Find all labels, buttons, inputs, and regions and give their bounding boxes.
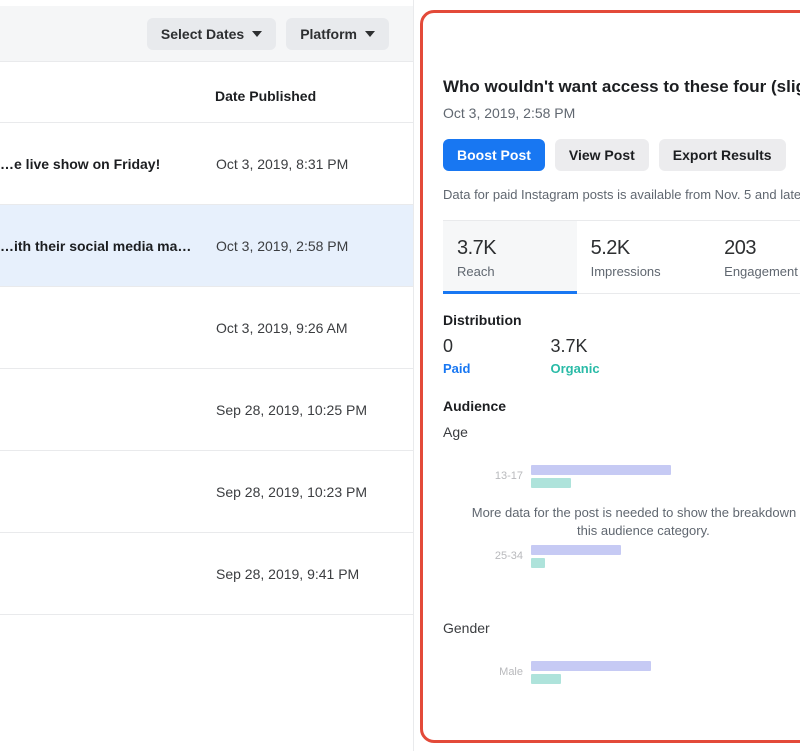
audience-age-label: Age xyxy=(443,424,800,440)
metric-label: Engagement xyxy=(724,264,800,279)
post-list-pane: Select Dates Platform Date Published …e … xyxy=(0,0,414,751)
distribution-row: 0 Paid 3.7K Organic xyxy=(443,336,800,376)
distribution-paid-value: 0 xyxy=(443,336,470,357)
select-dates-button[interactable]: Select Dates xyxy=(147,18,276,50)
platform-button[interactable]: Platform xyxy=(286,18,389,50)
audience-gender-label: Gender xyxy=(443,620,800,636)
post-date: Oct 3, 2019, 9:26 AM xyxy=(206,320,399,336)
gender-bar xyxy=(531,661,651,671)
post-detail-panel: Who wouldn't want access to these four (… xyxy=(420,10,800,743)
boost-post-button[interactable]: Boost Post xyxy=(443,139,545,171)
age-bar xyxy=(531,545,621,555)
age-bar xyxy=(531,465,671,475)
export-results-button[interactable]: Export Results xyxy=(659,139,786,171)
metric-label: Reach xyxy=(457,264,563,279)
post-date: Sep 28, 2019, 10:25 PM xyxy=(206,402,399,418)
metric-reach[interactable]: 3.7K Reach xyxy=(443,221,577,293)
metric-label: Impressions xyxy=(591,264,697,279)
metric-value: 203 xyxy=(724,237,800,260)
distribution-paid-label: Paid xyxy=(443,361,470,376)
distribution-paid: 0 Paid xyxy=(443,336,470,376)
chevron-down-icon xyxy=(252,29,262,39)
distribution-organic-value: 3.7K xyxy=(550,336,599,357)
distribution-organic-label: Organic xyxy=(550,361,599,376)
age-bucket-label: 13-17 xyxy=(483,470,523,482)
list-item[interactable]: Sep 28, 2019, 10:23 PM xyxy=(0,451,413,533)
post-title: …e live show on Friday! xyxy=(0,156,206,172)
metric-engagement[interactable]: 203 Engagement xyxy=(710,221,800,293)
select-dates-label: Select Dates xyxy=(161,26,244,42)
post-date: Sep 28, 2019, 9:41 PM xyxy=(206,566,399,582)
metric-tabs: 3.7K Reach 5.2K Impressions 203 Engageme… xyxy=(443,220,800,294)
filters-bar: Select Dates Platform xyxy=(0,6,413,62)
list-item[interactable]: …ith their social media mark... Oct 3, 2… xyxy=(0,205,413,287)
age-bar xyxy=(531,478,571,488)
list-item[interactable]: Oct 3, 2019, 9:26 AM xyxy=(0,287,413,369)
audience-title: Audience xyxy=(443,398,800,414)
gender-bucket-label: Male xyxy=(483,666,523,678)
view-post-button[interactable]: View Post xyxy=(555,139,649,171)
gender-chart: Male xyxy=(443,650,800,694)
distribution-organic: 3.7K Organic xyxy=(550,336,599,376)
list-item[interactable]: Sep 28, 2019, 10:25 PM xyxy=(0,369,413,451)
detail-actions: Boost Post View Post Export Results xyxy=(443,139,800,171)
age-chart: 13-17 More data for the post is needed t… xyxy=(443,454,800,602)
distribution-title: Distribution xyxy=(443,312,800,328)
post-list: …e live show on Friday! Oct 3, 2019, 8:3… xyxy=(0,123,413,615)
metric-value: 3.7K xyxy=(457,237,563,260)
chart-insufficient-data-msg: More data for the post is needed to show… xyxy=(443,504,800,540)
detail-post-title: Who wouldn't want access to these four (… xyxy=(443,77,800,97)
post-date: Sep 28, 2019, 10:23 PM xyxy=(206,484,399,500)
detail-post-timestamp: Oct 3, 2019, 2:58 PM xyxy=(443,105,800,121)
post-title: …ith their social media mark... xyxy=(0,238,206,254)
list-item[interactable]: …e live show on Friday! Oct 3, 2019, 8:3… xyxy=(0,123,413,205)
gender-bar xyxy=(531,674,561,684)
paid-data-note: Data for paid Instagram posts is availab… xyxy=(443,187,800,202)
age-bar xyxy=(531,558,545,568)
list-item[interactable]: Sep 28, 2019, 9:41 PM xyxy=(0,533,413,615)
post-date: Oct 3, 2019, 8:31 PM xyxy=(206,156,399,172)
post-date: Oct 3, 2019, 2:58 PM xyxy=(206,238,399,254)
chevron-down-icon xyxy=(365,29,375,39)
column-header-date: Date Published xyxy=(0,62,413,123)
age-bucket-label: 25-34 xyxy=(483,550,523,562)
metric-impressions[interactable]: 5.2K Impressions xyxy=(577,221,711,293)
metric-value: 5.2K xyxy=(591,237,697,260)
platform-label: Platform xyxy=(300,26,357,42)
